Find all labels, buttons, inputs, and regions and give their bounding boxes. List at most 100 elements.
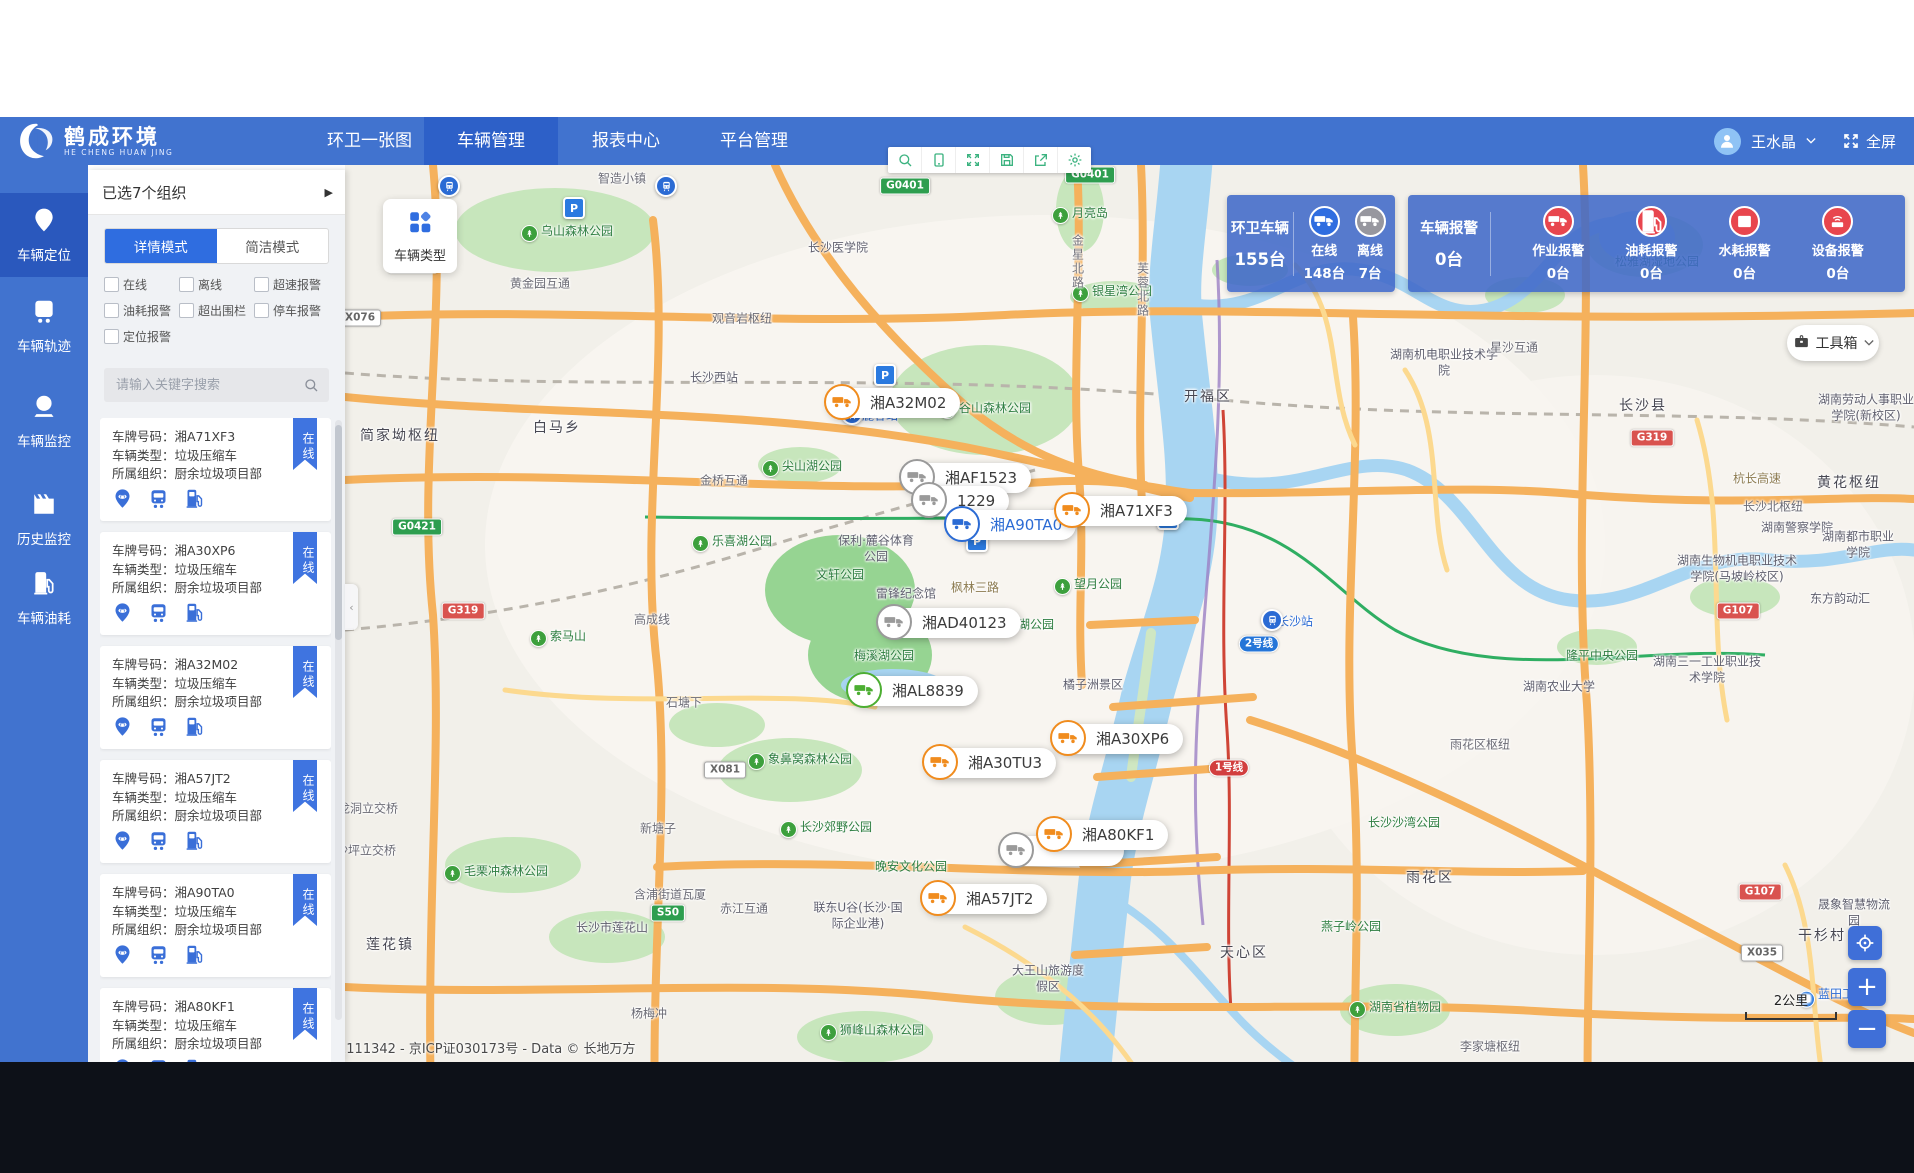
nav-item-1[interactable]: 环卫一张图 (309, 117, 430, 165)
map-label: 黄花枢纽 (1817, 472, 1881, 492)
truck-icon (1036, 816, 1072, 852)
locate-vehicle-icon[interactable] (112, 716, 133, 741)
chevron-down-icon[interactable] (1806, 136, 1816, 146)
vehicle-map-marker[interactable]: 湘A32M02 (828, 388, 960, 418)
truck-icon (876, 604, 912, 640)
map-zoom-controls: + − (1848, 926, 1886, 1052)
fuel-vehicle-icon[interactable] (184, 602, 205, 627)
fleet-stats-panel: 环卫车辆 155台 在线 148台 离线 7台 (1227, 195, 1395, 292)
settings-icon[interactable] (1058, 147, 1091, 173)
vehicle-type-button[interactable]: 车辆类型 (383, 199, 457, 273)
fuel-vehicle-icon[interactable] (184, 830, 205, 855)
vehicle-card-3[interactable]: 车牌号码：湘A32M02车辆类型：垃圾压缩车所属组织：厨余垃圾项目部在线 (100, 646, 331, 749)
park-icon (820, 1024, 837, 1041)
toolbox-icon (1793, 333, 1810, 354)
sidebar-item-2[interactable]: 车辆轨迹 (0, 284, 88, 368)
vehicle-org: 所属组织：厨余垃圾项目部 (112, 1035, 319, 1054)
save-icon[interactable] (990, 147, 1024, 173)
vehicle-card-1[interactable]: 车牌号码：湘A71XF3车辆类型：垃圾压缩车所属组织：厨余垃圾项目部在线 (100, 418, 331, 521)
user-name[interactable]: 王水晶 (1751, 131, 1796, 152)
map-label: 望月公园 (1054, 575, 1122, 595)
sidebar-item-3[interactable]: 车辆监控 (0, 379, 88, 463)
locate-vehicle-icon[interactable] (112, 944, 133, 969)
track-vehicle-icon[interactable] (148, 830, 169, 855)
vehicle-map-marker[interactable]: 湘A30TU3 (926, 748, 1056, 778)
checkbox-icon[interactable] (104, 277, 119, 292)
vehicle-map-marker[interactable]: 湘A57JT2 (924, 884, 1047, 914)
share-icon[interactable] (1024, 147, 1058, 173)
vehicle-org: 所属组织：厨余垃圾项目部 (112, 807, 319, 826)
park-icon (748, 753, 765, 770)
map-label: 湖南生物机电职业技术学院(马坡岭校区) (1672, 553, 1802, 584)
device-view-icon[interactable] (922, 147, 956, 173)
truck-icon (922, 744, 958, 780)
vehicle-map-marker[interactable]: 湘A71XF3 (1058, 496, 1187, 526)
sidebar-item-4[interactable]: 历史监控 (0, 477, 88, 561)
tab-detail-mode[interactable]: 详情模式 (105, 229, 217, 263)
filter-checkbox-6[interactable]: 停车报警 (254, 302, 321, 319)
search-icon[interactable] (303, 377, 319, 393)
checkbox-icon[interactable] (254, 303, 269, 318)
search-input[interactable] (114, 377, 303, 394)
track-vehicle-icon[interactable] (148, 716, 169, 741)
checkbox-icon[interactable] (254, 277, 269, 292)
filter-checkbox-4[interactable]: 油耗报警 (104, 302, 171, 319)
expand-icon[interactable] (956, 147, 990, 173)
fuel-vehicle-icon[interactable] (184, 488, 205, 513)
locate-vehicle-icon[interactable] (112, 602, 133, 627)
vehicle-map-marker[interactable]: 湘AD40123 (880, 608, 1021, 638)
panel-collapse-handle[interactable]: ‹ (345, 584, 358, 630)
vehicle-map-marker[interactable]: 湘A30XP6 (1054, 724, 1183, 754)
locate-vehicle-icon[interactable] (112, 830, 133, 855)
bottom-bar (0, 1062, 1914, 1173)
nav-item-4[interactable]: 平台管理 (704, 117, 804, 165)
fleet-total-value: 155台 (1235, 246, 1286, 270)
filter-checkbox-7[interactable]: 定位报警 (104, 328, 171, 345)
zoom-in-button[interactable]: + (1848, 968, 1886, 1006)
fuel-vehicle-icon[interactable] (184, 944, 205, 969)
alarm-total: 车辆报警 0台 (1408, 217, 1490, 270)
filter-checkbox-2[interactable]: 离线 (179, 276, 222, 293)
track-vehicle-icon[interactable] (148, 944, 169, 969)
user-avatar[interactable] (1714, 128, 1741, 155)
map-label: 观音岩枢纽 (712, 310, 772, 327)
filter-checkbox-1[interactable]: 在线 (104, 276, 147, 293)
nav-item-3[interactable]: 报表中心 (572, 117, 680, 165)
track-vehicle-icon[interactable] (148, 488, 169, 513)
track-vehicle-icon[interactable] (148, 602, 169, 627)
locate-vehicle-icon[interactable] (112, 488, 133, 513)
vehicle-map-marker[interactable]: 湘AL8839 (850, 676, 978, 706)
checkbox-icon[interactable] (179, 303, 194, 318)
map-label: 东方韵动汇 (1810, 590, 1870, 607)
tab-simple-mode[interactable]: 简洁模式 (217, 229, 329, 263)
toolbox-button[interactable]: 工具箱 (1787, 325, 1879, 361)
locate-button[interactable] (1848, 926, 1882, 960)
sidebar-item-1[interactable]: 车辆定位 (0, 193, 88, 277)
nav-item-2[interactable]: 车辆管理 (424, 117, 558, 165)
filter-checkbox-3[interactable]: 超速报警 (254, 276, 321, 293)
fuel-vehicle-icon[interactable] (184, 716, 205, 741)
vehicle-card-5[interactable]: 车牌号码：湘A90TA0车辆类型：垃圾压缩车所属组织：厨余垃圾项目部在线 (100, 874, 331, 977)
vehicle-card-2[interactable]: 车牌号码：湘A30XP6车辆类型：垃圾压缩车所属组织：厨余垃圾项目部在线 (100, 532, 331, 635)
vehicle-card-6[interactable]: 车牌号码：湘A80KF1车辆类型：垃圾压缩车所属组织：厨余垃圾项目部在线 (100, 988, 331, 1062)
filter-label: 停车报警 (273, 302, 321, 319)
filter-checkbox-5[interactable]: 超出围栏 (179, 302, 246, 319)
logo-title: 鹤成环境 (64, 126, 173, 148)
panel-scrollbar-thumb[interactable] (335, 425, 342, 640)
vehicle-map-marker[interactable]: 湘A80KF1 (1040, 820, 1168, 850)
map-label: 湖南机电职业技术学院 (1389, 347, 1499, 378)
fullscreen-button[interactable]: 全屏 (1842, 131, 1896, 152)
zoom-search-icon[interactable] (888, 147, 922, 173)
fullscreen-icon (1842, 132, 1860, 150)
checkbox-icon[interactable] (104, 303, 119, 318)
sidebar-item-5[interactable]: 车辆油耗 (0, 556, 88, 640)
checkbox-icon[interactable] (104, 329, 119, 344)
zoom-out-button[interactable]: − (1848, 1010, 1886, 1048)
map-tools-toolbar (888, 147, 1091, 173)
map-label: 湖南劳动人事职业学院(新校区) (1814, 392, 1914, 423)
org-selector[interactable]: 已选7个组织 ▶ (88, 170, 345, 215)
vehicle-card-4[interactable]: 车牌号码：湘A57JT2车辆类型：垃圾压缩车所属组织：厨余垃圾项目部在线 (100, 760, 331, 863)
map-scale: 2公里 (1745, 990, 1837, 1020)
checkbox-icon[interactable] (179, 277, 194, 292)
logo-subtitle: HE CHENG HUAN JING (64, 148, 173, 157)
